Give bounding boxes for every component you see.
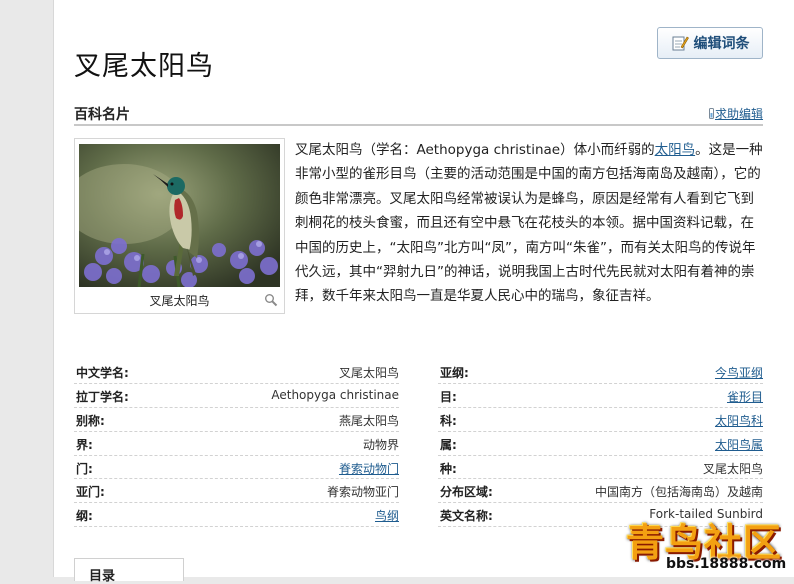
info-row: 别称: 燕尾太阳鸟 (74, 408, 399, 432)
info-row: 属: 太阳鸟属 (438, 432, 763, 456)
watermark-url: bbs.18888.com (666, 556, 787, 572)
article-page: 叉尾太阳鸟 编辑词条 百科名片 求助编辑 叉尾太阳鸟 叉尾太阳鸟（学名：Aeth… (53, 0, 794, 584)
info-label: 别称: (76, 413, 105, 428)
info-label: 界: (76, 437, 93, 452)
info-label: 英文名称: (440, 509, 493, 524)
info-value-link[interactable]: 太阳鸟属 (715, 436, 763, 453)
info-value: 叉尾太阳鸟 (338, 366, 399, 380)
info-table-right: 亚纲: 今鸟亚纲 目: 雀形目 科: 太阳鸟科 属: 太阳鸟属 种: 叉尾太阳鸟 分布区域… (438, 360, 763, 528)
info-row: 种: 叉尾太阳鸟 (438, 456, 763, 480)
info-label: 纲: (76, 509, 93, 524)
info-row: 拉丁学名: Aethopyga christinae (74, 384, 399, 408)
intro-text-start: 叉尾太阳鸟（学名：Aethopyga christinae）体小而纤弱的 (295, 142, 655, 158)
intro-paragraph: 叉尾太阳鸟（学名：Aethopyga christinae）体小而纤弱的太阳鸟。… (295, 138, 763, 309)
site-watermark: 青鸟社区 bbs.18888.com (624, 512, 794, 577)
link-sunbird[interactable]: 太阳鸟 (655, 142, 696, 158)
info-label: 科: (440, 413, 457, 428)
info-label: 门: (76, 461, 93, 476)
info-value-link[interactable]: 脊索动物门 (339, 460, 399, 477)
info-table-left: 中文学名: 叉尾太阳鸟 拉丁学名: Aethopyga christinae 别称:… (74, 360, 399, 528)
help-icon (708, 108, 714, 119)
info-row: 门: 脊索动物门 (74, 456, 399, 480)
bird-photo[interactable] (79, 144, 280, 287)
info-row: 纲: 鸟纲 (74, 503, 399, 528)
intro-text-rest: 。这是一种非常小型的雀形目鸟（主要的活动范围是中国的南方包括海南岛及越南），它的… (295, 142, 763, 305)
info-value: 脊索动物亚门 (326, 485, 399, 500)
info-row: 亚门: 脊索动物亚门 (74, 479, 399, 504)
edit-icon (672, 36, 689, 51)
info-value-link[interactable]: 雀形目 (727, 388, 763, 405)
info-row: 中文学名: 叉尾太阳鸟 (74, 360, 399, 384)
toc-label: 目录 (89, 569, 116, 584)
edit-entry-label: 编辑词条 (693, 36, 750, 52)
page-title: 叉尾太阳鸟 (74, 51, 214, 83)
info-value: 中国南方（包括海南岛）及越南 (594, 485, 763, 500)
info-value: 燕尾太阳鸟 (338, 413, 399, 428)
info-row: 目: 雀形目 (438, 384, 763, 408)
info-row: 界: 动物界 (74, 432, 399, 456)
info-label: 属: (440, 437, 457, 452)
info-row: 科: 太阳鸟科 (438, 408, 763, 432)
info-row: 分布区域: 中国南方（包括海南岛）及越南 (438, 479, 763, 504)
info-label: 中文学名: (76, 366, 129, 380)
info-value: Aethopyga christinae (271, 387, 399, 402)
info-value: 叉尾太阳鸟 (702, 461, 763, 476)
card-header: 百科名片 求助编辑 (74, 104, 763, 126)
info-label: 拉丁学名: (76, 389, 129, 404)
info-value-link[interactable]: 鸟纲 (375, 507, 399, 524)
info-label: 种: (440, 461, 457, 476)
info-label: 分布区域: (440, 485, 493, 500)
help-edit-link[interactable]: 求助编辑 (708, 105, 763, 122)
card-header-title: 百科名片 (74, 107, 130, 123)
edit-entry-button[interactable]: 编辑词条 (657, 27, 763, 59)
info-label: 亚门: (76, 485, 105, 500)
info-label: 目: (440, 389, 457, 404)
magnify-icon[interactable] (264, 293, 278, 307)
info-value-link[interactable]: 太阳鸟科 (715, 412, 763, 429)
toc-tab[interactable]: 目录 (74, 558, 184, 584)
image-caption: 叉尾太阳鸟 (149, 294, 210, 308)
info-value: 动物界 (362, 437, 399, 452)
info-label: 亚纲: (440, 366, 469, 380)
info-row: 亚纲: 今鸟亚纲 (438, 360, 763, 384)
info-value-link[interactable]: 今鸟亚纲 (715, 364, 763, 381)
card-image[interactable]: 叉尾太阳鸟 (74, 138, 285, 314)
